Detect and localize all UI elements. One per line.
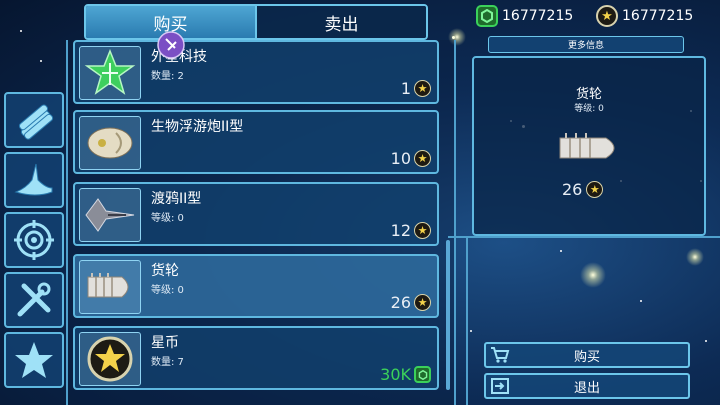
star-coin-large-icon xyxy=(87,336,133,382)
alien-tech-icon xyxy=(84,49,136,95)
exit-icon xyxy=(491,378,509,394)
missiles-icon xyxy=(18,104,54,140)
wing-icon xyxy=(14,163,53,196)
list-scrollbar[interactable] xyxy=(446,240,450,390)
game-screen: { "tabs": { "buy": "购买", "sell": "卖出" },… xyxy=(0,0,720,405)
category-special[interactable] xyxy=(4,332,64,388)
item-price: 1 ★ xyxy=(401,79,431,98)
item-detail: 数量: 7 xyxy=(151,357,184,368)
gem-icon xyxy=(414,366,431,383)
coin-balance: ★ 16777215 xyxy=(596,2,693,30)
star-coin-icon: ★ xyxy=(414,222,431,239)
star-icon xyxy=(15,342,53,378)
item-name: 货轮 xyxy=(151,263,179,279)
exit-button[interactable]: 退出 xyxy=(484,373,690,399)
star-coin-icon: ★ xyxy=(414,150,431,167)
divider xyxy=(448,236,720,238)
tab-sell[interactable]: 卖出 xyxy=(255,6,426,38)
item-price: 30K xyxy=(380,365,431,384)
detail-item-level: 等级: 0 xyxy=(574,104,604,114)
list-item[interactable]: 生物浮游炮II型 10 ★ xyxy=(73,110,439,174)
freighter-preview-icon xyxy=(559,133,615,159)
list-item[interactable]: 外星科技 数量: 2 1 ★ xyxy=(73,40,439,104)
alien-tech-thumbnail xyxy=(79,46,141,100)
raven-ship-icon xyxy=(85,198,135,232)
buy-button[interactable]: 购买 xyxy=(484,342,690,368)
item-detail: 数量: 2 xyxy=(151,71,184,82)
gem-amount: 16777215 xyxy=(502,8,574,24)
item-price: 26 ★ xyxy=(391,293,431,312)
list-item[interactable]: 渡鸦II型 等级: 0 12 ★ xyxy=(73,182,439,246)
price-value: 30K xyxy=(380,365,411,384)
detail-item-name: 货轮 xyxy=(575,87,602,102)
item-name: 渡鸦II型 xyxy=(151,191,202,207)
item-name: 生物浮游炮II型 xyxy=(151,119,244,135)
category-wings[interactable] xyxy=(4,152,64,208)
cart-icon xyxy=(491,347,510,363)
category-weapons[interactable] xyxy=(4,212,64,268)
trade-tabs: 购买 卖出 xyxy=(84,4,428,40)
item-detail: 等级: 0 xyxy=(151,213,184,224)
more-info-button[interactable]: 更多信息 xyxy=(488,36,684,53)
bio-drone-thumbnail xyxy=(79,116,141,170)
category-sidebar xyxy=(4,92,66,392)
tools-icon xyxy=(17,282,51,317)
hint-flask-icon[interactable] xyxy=(156,30,186,60)
price-value: 12 xyxy=(390,221,411,240)
star-coin-icon: ★ xyxy=(586,181,604,198)
star-coin-icon: ★ xyxy=(414,80,431,97)
crosshair-icon xyxy=(14,220,54,260)
divider xyxy=(466,238,468,405)
freighter-icon xyxy=(87,273,129,298)
item-price: 12 ★ xyxy=(391,221,431,240)
list-item[interactable]: 星币 数量: 7 30K xyxy=(73,326,439,390)
item-info-panel: 货轮 等级: 0 26 ★ xyxy=(472,56,706,236)
price-value: 1 xyxy=(400,79,411,98)
gem-balance: 16777215 xyxy=(476,2,573,30)
price-value: 26 xyxy=(390,293,411,312)
category-tools[interactable] xyxy=(4,272,64,328)
bio-drone-icon xyxy=(87,127,133,159)
item-detail: 等级: 0 xyxy=(151,285,184,296)
detail-price-value: 26 xyxy=(562,180,583,199)
coin-amount: 16777215 xyxy=(622,8,694,24)
price-value: 10 xyxy=(390,149,411,168)
star-coin-icon: ★ xyxy=(414,294,431,311)
detail-price: 26 ★ xyxy=(562,180,604,199)
list-item-selected[interactable]: 货轮 等级: 0 26 ★ xyxy=(73,254,439,318)
exit-button-label: 退出 xyxy=(573,380,600,396)
raven-ship-thumbnail xyxy=(79,188,141,242)
item-name: 星币 xyxy=(151,335,179,351)
star-coin-thumbnail xyxy=(79,332,141,386)
gem-icon xyxy=(476,5,498,27)
buy-button-label: 购买 xyxy=(573,349,600,365)
category-missiles[interactable] xyxy=(4,92,64,148)
star-coin-icon: ★ xyxy=(596,5,618,27)
freighter-thumbnail xyxy=(79,260,141,314)
item-price: 10 ★ xyxy=(391,149,431,168)
